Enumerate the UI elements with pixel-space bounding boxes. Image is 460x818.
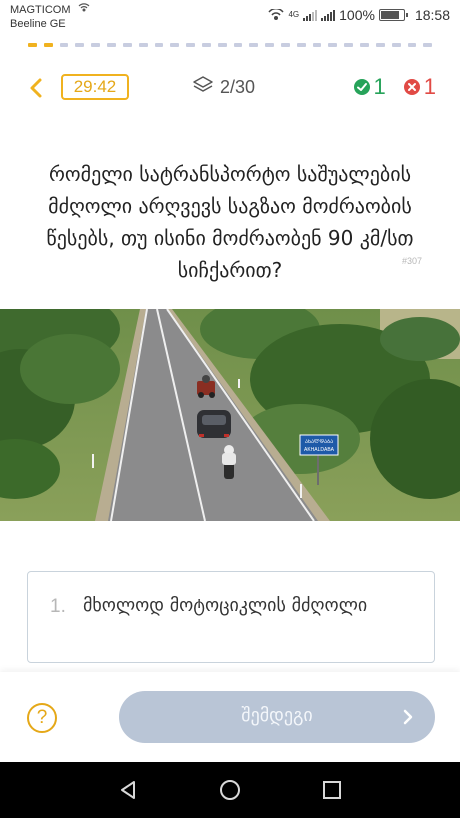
progress-segment [107,43,116,47]
progress-segment [154,43,164,47]
progress-segment [391,43,401,47]
answer-option[interactable]: 1. მხოლოდ მოტოციკლის მძღოლი [27,571,435,663]
progress-segment [233,43,243,47]
status-bar: MAGTICOM Beeline GE 4G 100% 18:58 [0,0,460,34]
progress-segment [265,43,274,47]
progress-segment [122,43,132,47]
progress-segment [43,43,53,47]
help-button[interactable]: ? [27,703,57,733]
progress-segment [249,43,259,47]
progress-segment [170,43,180,47]
cross-circle-icon [403,79,420,95]
progress-segment [59,43,69,47]
carrier-name-1: MAGTICOM [10,4,71,16]
progress-segment [375,43,385,47]
hotspot-icon [78,3,90,17]
progress-segment [217,43,227,47]
question-text: რომელი სატრანსპორტო საშუალების მძღოლი არ… [46,162,414,282]
progress-segment [312,43,322,47]
home-circle-icon[interactable] [219,779,241,805]
next-label: შემდეგი [241,705,313,726]
quiz-header: 29:42 2/30 1 1 [0,70,460,106]
footer-bar: ? შემდეგი [0,672,460,762]
score: 1 1 [353,74,436,100]
progress-segment [344,43,354,47]
progress-segment [186,43,195,47]
recents-square-icon[interactable] [321,779,343,805]
battery-percent: 100% [339,7,375,23]
progress-segment [281,43,290,47]
question-progress-bar [28,43,433,47]
progress-segment [360,43,369,47]
clock: 18:58 [414,7,450,23]
progress-segment [407,43,417,47]
progress-segment [296,43,306,47]
battery-icon [378,9,408,21]
chevron-right-icon [401,708,415,730]
network-type: 4G [288,10,300,19]
progress-segment [201,43,211,47]
next-button[interactable]: შემდეგი [119,691,435,743]
progress-segment [91,43,101,47]
road-sign-text-2: AKHALDABA [304,447,335,453]
answer-text: მხოლოდ მოტოციკლის მძღოლი [83,595,368,616]
question-image: ᲐᲮᲐᲚᲓᲐᲑᲐ AKHALDABA [0,289,460,522]
counter-text: 2/30 [220,77,256,97]
timer: 29:42 [61,74,129,100]
signal-icon-2 [321,9,336,21]
signal-icon-1 [303,9,318,21]
carrier-name-2: Beeline GE [10,18,66,30]
system-nav-bar [0,762,460,818]
progress-segment [328,43,338,47]
wifi-icon [268,9,285,21]
wrong-count: 1 [423,74,436,99]
chevron-left-icon[interactable] [26,76,46,100]
progress-segment [423,43,433,47]
progress-segment [28,43,37,47]
road-sign-text-1: ᲐᲮᲐᲚᲓᲐᲑᲐ [305,439,333,445]
answer-number: 1. [50,596,66,617]
carrier-info: MAGTICOM Beeline GE [10,3,90,31]
back-triangle-icon[interactable] [117,779,139,805]
question-id: #307 [402,256,423,266]
check-circle-icon [353,79,370,95]
correct-count: 1 [373,74,386,99]
layers-icon [192,75,214,100]
progress-segment [138,43,148,47]
question-counter: 2/30 [192,75,255,100]
progress-segment [75,43,85,47]
